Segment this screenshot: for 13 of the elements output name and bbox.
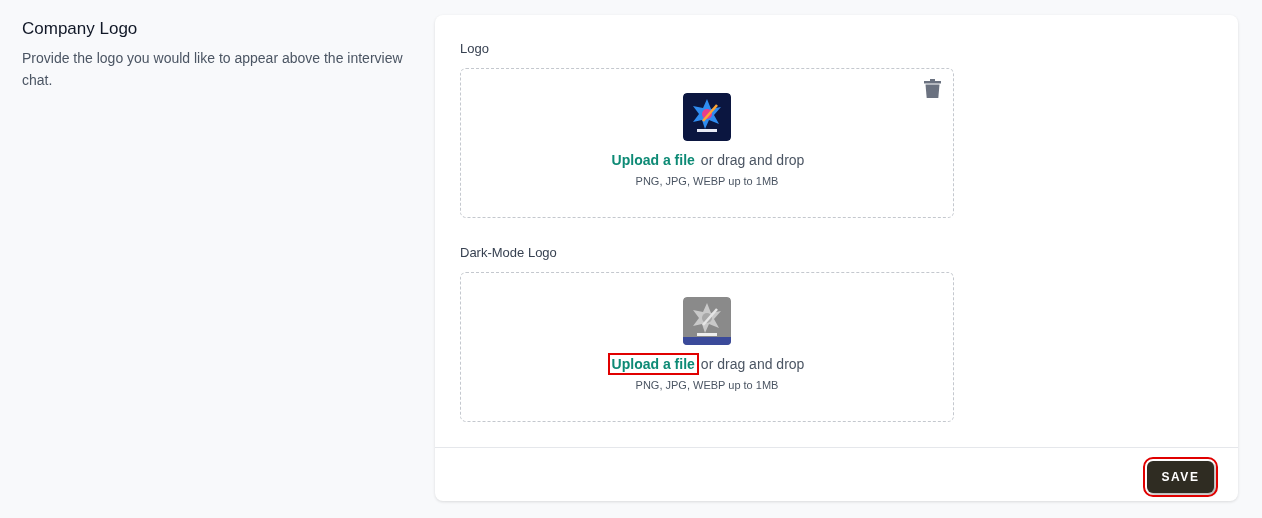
- upload-link[interactable]: Upload a file: [609, 151, 697, 169]
- section-description: Provide the logo you would like to appear above the interview chat.: [22, 49, 404, 90]
- dropzone[interactable]: Upload a file or drag and drop PNG, JPG, WEBP up to 1MB: [460, 68, 954, 218]
- field-label: Dark-Mode Logo: [460, 245, 558, 260]
- trash-icon[interactable]: [924, 79, 941, 98]
- dropzone[interactable]: Upload a file or drag and drop PNG, JPG, WEBP up to 1MB: [460, 272, 954, 422]
- file-type-hint: PNG, JPG, WEBP up to 1MB: [635, 175, 779, 187]
- file-type-hint: PNG, JPG, WEBP up to 1MB: [635, 379, 779, 391]
- upload-link[interactable]: Upload a file: [609, 355, 697, 373]
- field-label: Logo: [460, 41, 490, 56]
- drag-drop-text: or drag and drop: [700, 356, 805, 372]
- section-title: Company Logo: [22, 19, 139, 39]
- drag-drop-text: or drag and drop: [700, 152, 805, 168]
